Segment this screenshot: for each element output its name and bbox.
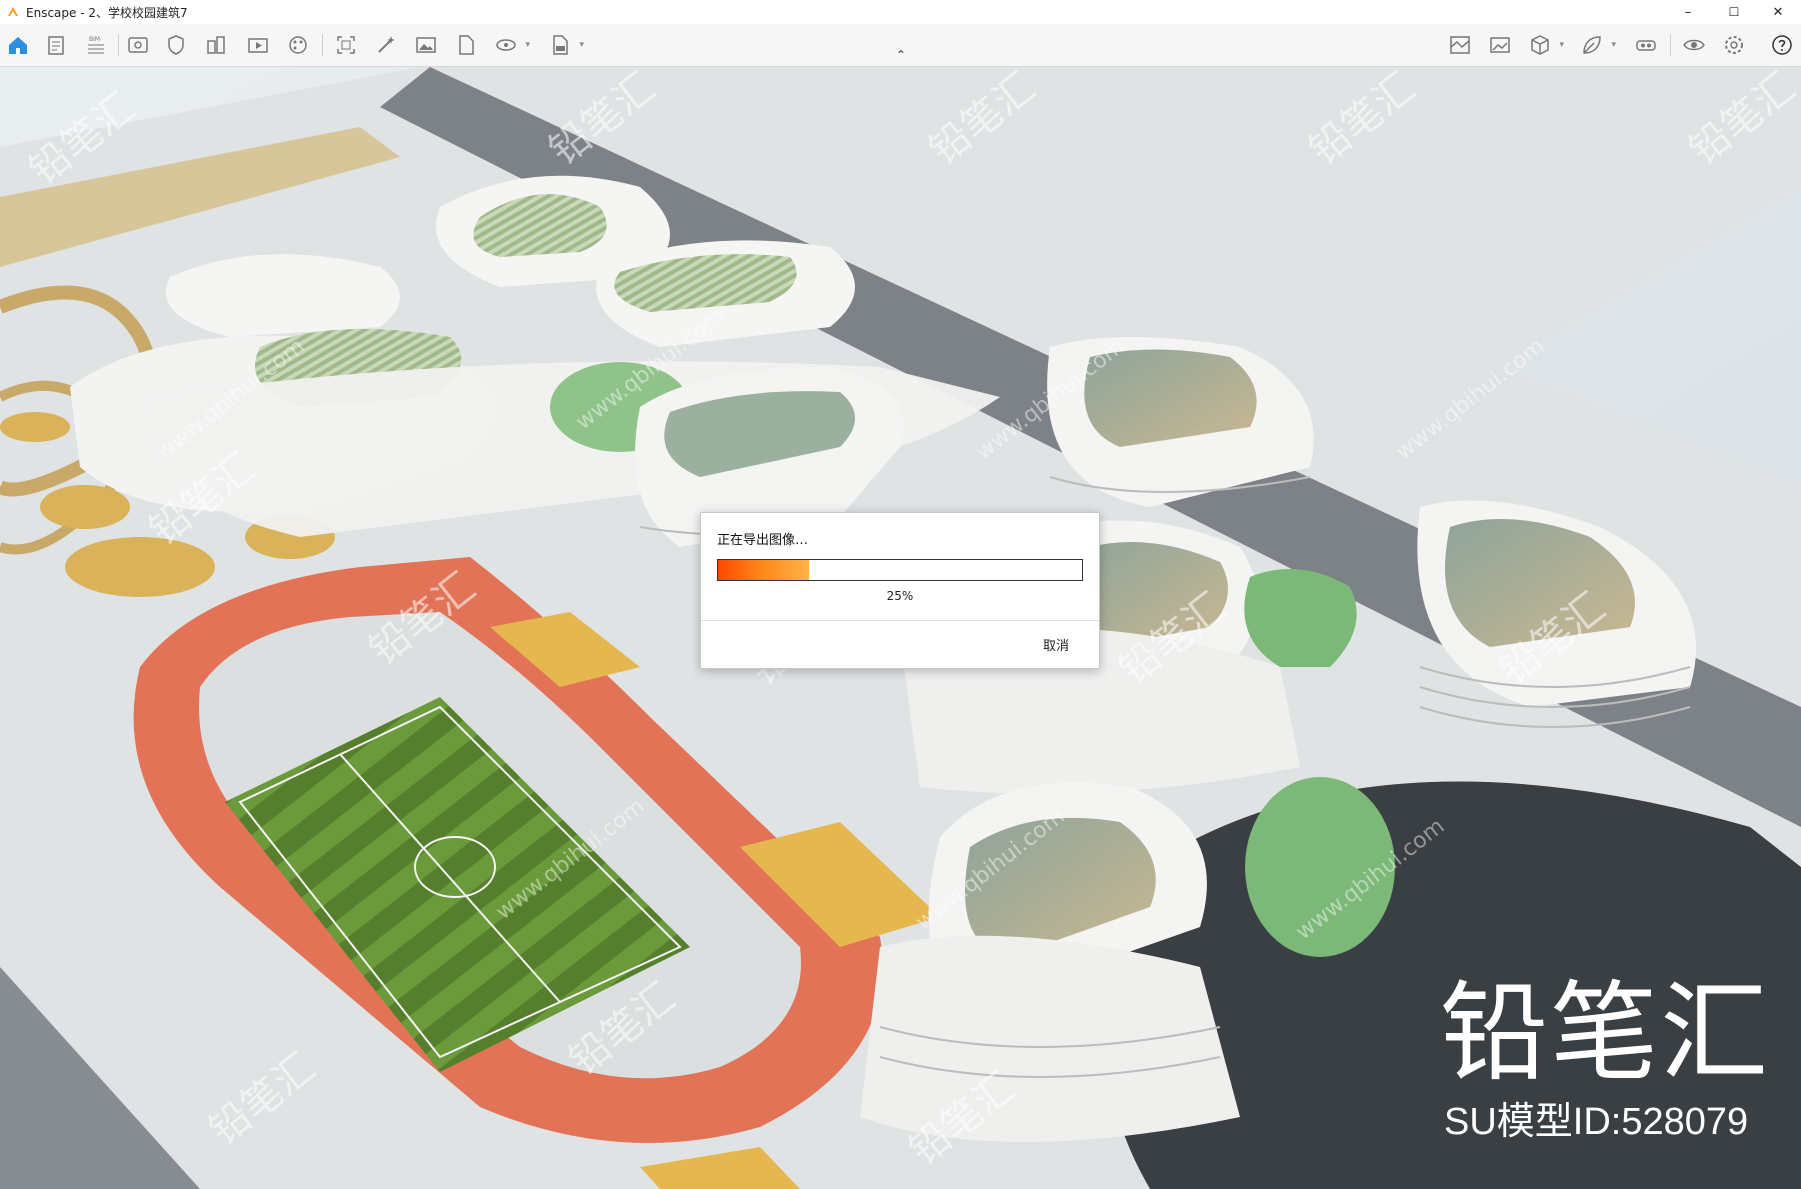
- cancel-button[interactable]: 取消: [1043, 635, 1069, 654]
- toolbar-separator: [118, 34, 119, 56]
- view-button[interactable]: [124, 31, 152, 59]
- window-title: Enscape - 2、学校校园建筑7: [26, 5, 188, 20]
- help-icon: [1772, 35, 1792, 55]
- shield-button[interactable]: [162, 31, 190, 59]
- enscape-logo-icon: [8, 7, 18, 16]
- visibility-button[interactable]: [1680, 31, 1708, 59]
- cube-button[interactable]: ▾: [1526, 31, 1564, 59]
- settings-button[interactable]: [1720, 31, 1748, 59]
- title-bar: Enscape - 2、学校校园建筑7 – ☐ ✕: [0, 0, 1801, 24]
- magic-wand-button[interactable]: [372, 31, 400, 59]
- file-button[interactable]: [452, 31, 480, 59]
- eye-view-icon: [128, 37, 148, 53]
- exe-export-icon: [553, 35, 568, 55]
- home-button[interactable]: [4, 31, 32, 59]
- bim-button[interactable]: BIM: [82, 31, 110, 59]
- help-button[interactable]: [1768, 31, 1796, 59]
- dialog-divider: [701, 620, 1099, 621]
- image-button[interactable]: [412, 31, 440, 59]
- vr-button[interactable]: [1632, 31, 1660, 59]
- collapse-toolbar-button[interactable]: ⌃: [893, 48, 909, 62]
- chevron-down-icon[interactable]: ▾: [1611, 40, 1616, 50]
- document-icon: [48, 36, 64, 55]
- export-status-message: 正在导出图像…: [717, 533, 809, 548]
- views-button[interactable]: [244, 31, 272, 59]
- palette-button[interactable]: [284, 31, 312, 59]
- document-button[interactable]: [42, 31, 70, 59]
- toolbar-separator: [1670, 34, 1671, 56]
- magic-wand-icon: [378, 36, 395, 53]
- 360-pano-icon: [496, 39, 516, 51]
- file-icon: [459, 35, 474, 55]
- watermark-model-id: SU模型ID:528079: [1444, 1101, 1749, 1143]
- exe-export-button[interactable]: ▾: [546, 31, 584, 59]
- vr-headset-icon: [1636, 40, 1656, 51]
- map-icon: [1450, 36, 1470, 54]
- settings-icon: [1725, 36, 1743, 54]
- maximize-button[interactable]: ☐: [1711, 0, 1757, 24]
- image-icon: [416, 37, 436, 53]
- bim-icon: BIM: [88, 36, 104, 54]
- map-button[interactable]: [1446, 31, 1474, 59]
- leaf-button[interactable]: ▾: [1578, 31, 1616, 59]
- shield-icon: [168, 35, 184, 55]
- export-progress-bar: [717, 559, 1083, 581]
- cube-icon: [1531, 35, 1549, 55]
- visibility-icon: [1683, 39, 1705, 51]
- close-button[interactable]: ✕: [1755, 0, 1801, 24]
- home-icon: [9, 37, 27, 54]
- chevron-down-icon[interactable]: ▾: [525, 40, 530, 50]
- pano-button[interactable]: ▾: [492, 31, 530, 59]
- progress-percent-label: 25%: [886, 589, 914, 603]
- progress-bar-fill: [718, 560, 809, 580]
- building-button[interactable]: [202, 31, 230, 59]
- chevron-down-icon[interactable]: ▾: [1559, 40, 1564, 50]
- svg-text:BIM: BIM: [89, 36, 100, 43]
- building-icon: [207, 36, 225, 54]
- export-progress-dialog: 正在导出图像… 25% 取消: [700, 512, 1100, 669]
- chevron-down-icon[interactable]: ▾: [579, 40, 584, 50]
- palette-icon: [289, 36, 307, 54]
- frame-button[interactable]: [332, 31, 360, 59]
- watermark-brand: 铅笔汇: [1440, 971, 1771, 1096]
- minimize-button[interactable]: –: [1665, 0, 1711, 24]
- gallery-button[interactable]: [1486, 31, 1514, 59]
- frame-icon: [337, 36, 355, 54]
- toolbar-separator: [322, 34, 323, 56]
- gallery-icon: [1490, 37, 1510, 53]
- leaf-icon: [1583, 36, 1601, 54]
- views-icon: [248, 38, 268, 53]
